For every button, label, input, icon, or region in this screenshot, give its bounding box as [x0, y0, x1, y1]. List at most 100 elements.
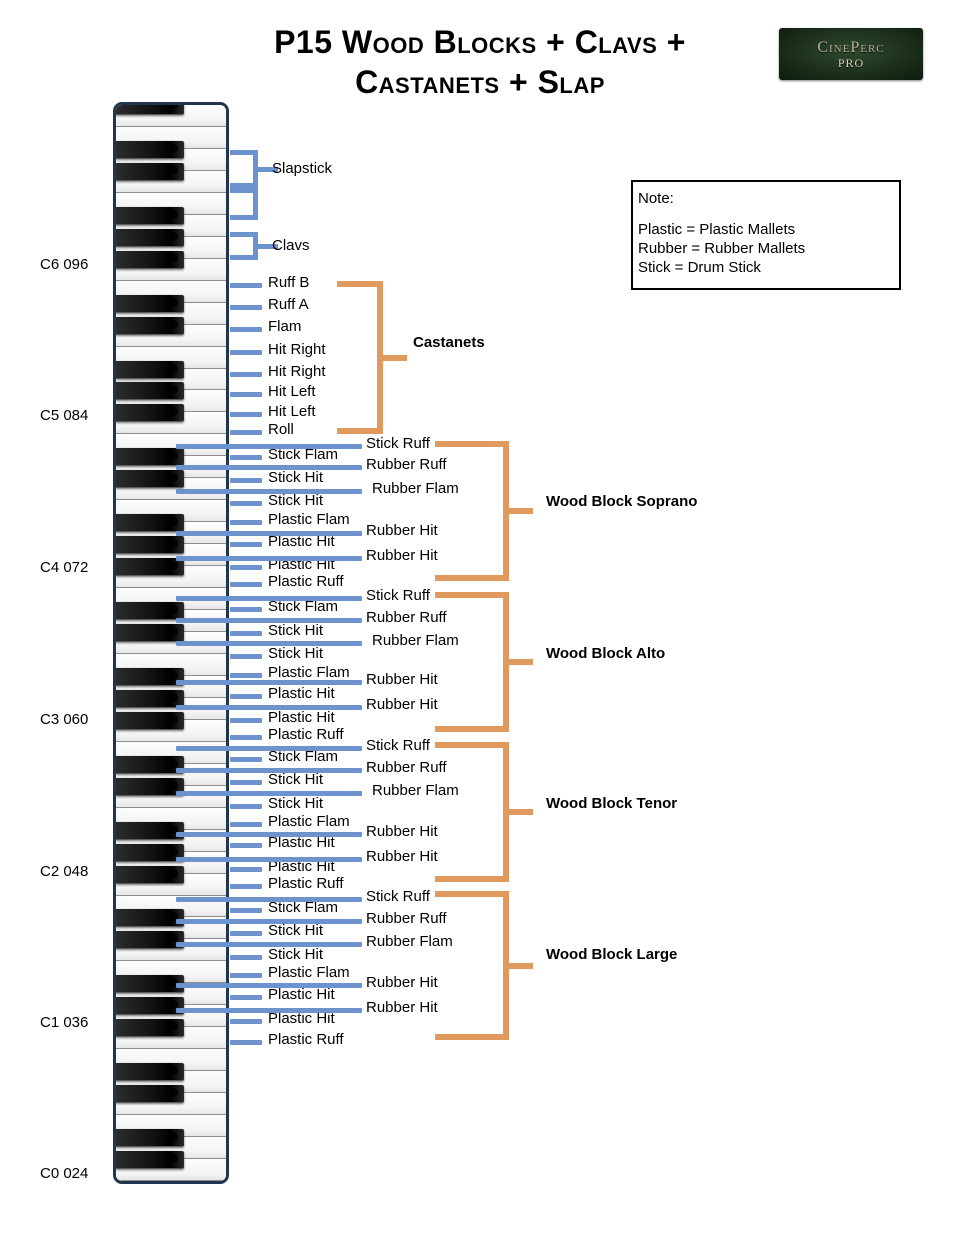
articulation-label: Stick Ruff [366, 587, 430, 604]
connector-line [230, 884, 262, 889]
note-line-stick: Stick = Drum Stick [638, 259, 761, 276]
connector-line [230, 757, 262, 762]
articulation-label: Stick Flam [268, 446, 339, 463]
connector-line-long [176, 556, 362, 561]
connector-line [230, 694, 262, 699]
articulation-label: Plastic Flam [268, 964, 350, 981]
articulation-label: Plastic Flam [268, 664, 350, 681]
black-key[interactable] [116, 470, 184, 489]
connector-line [230, 1019, 262, 1024]
black-key[interactable] [116, 316, 184, 335]
tick-castanets [383, 354, 407, 361]
black-key[interactable] [116, 228, 184, 247]
black-key[interactable] [116, 1063, 184, 1082]
black-key[interactable] [116, 162, 184, 181]
octave-label-c0: C0 024 [40, 1165, 89, 1182]
articulation-label: Plastic Ruff [268, 573, 344, 590]
black-key[interactable] [116, 360, 184, 379]
black-key[interactable] [116, 843, 184, 862]
connector-line-long [176, 791, 362, 796]
black-key[interactable] [116, 821, 184, 840]
connector-line [230, 867, 262, 872]
black-key[interactable] [116, 711, 184, 730]
black-key[interactable] [116, 206, 184, 225]
articulation-label: Stick Hit [268, 946, 324, 963]
articulation-label: Ruff A [268, 296, 309, 313]
bracket-arm-bottom [435, 1034, 509, 1040]
black-key[interactable] [116, 667, 184, 686]
black-key[interactable] [116, 909, 184, 928]
articulation-label: Rubber Hit [366, 848, 438, 865]
black-key[interactable] [116, 140, 184, 159]
bracket-wood-block-large [435, 891, 509, 1040]
articulation-label: Stick Flam [268, 899, 339, 916]
black-key[interactable] [116, 975, 184, 994]
octave-label-c2: C2 048 [40, 863, 89, 880]
bracket-wood-block-alto [435, 592, 509, 732]
articulation-label: Stick Hit [268, 795, 324, 812]
bracket-arm-bottom [337, 428, 383, 434]
cineperc-pro-logo: CinePerc PRO [779, 28, 923, 80]
articulation-label: Hit Left [268, 383, 316, 400]
black-key[interactable] [116, 448, 184, 467]
connector-line-long [176, 768, 362, 773]
bracket-castanets [337, 281, 383, 434]
connector-line [230, 654, 262, 659]
black-key[interactable] [116, 294, 184, 313]
connector-line-long [176, 983, 362, 988]
black-key[interactable] [116, 777, 184, 796]
articulation-label: Flam [268, 318, 302, 335]
black-key[interactable] [116, 689, 184, 708]
black-key[interactable] [116, 931, 184, 950]
page-title: P15 Wood Blocks + Clavs + Castanets + Sl… [150, 22, 810, 102]
bracket-arm-bottom [435, 876, 509, 882]
connector-line [230, 582, 262, 587]
connector-line [230, 350, 262, 355]
group-label-wood-block-large: Wood Block Large [546, 946, 678, 963]
connector-line-long [176, 1008, 362, 1013]
articulation-label: Hit Left [268, 403, 316, 420]
articulation-label: Plastic Hit [268, 1010, 335, 1027]
articulation-label: Hit Right [268, 341, 326, 358]
articulation-label: Stick Ruff [366, 888, 430, 905]
black-key[interactable] [116, 404, 184, 423]
black-key[interactable] [116, 1129, 184, 1148]
black-key[interactable] [116, 755, 184, 774]
connector-line [230, 478, 262, 483]
group-label-clavs: Clavs [272, 237, 310, 254]
octave-label-c5: C5 084 [40, 407, 89, 424]
group-label-wood-block-alto: Wood Block Alto [546, 645, 666, 662]
connector-line [230, 542, 262, 547]
black-key[interactable] [116, 602, 184, 621]
articulation-label: Plastic Hit [268, 986, 335, 1003]
articulation-label: Plastic Ruff [268, 726, 344, 743]
group-label-wood-block-tenor: Wood Block Tenor [546, 795, 678, 812]
bracket-arm-top [435, 592, 509, 598]
tick-wood-block-large [509, 962, 533, 969]
connector-line-long [176, 705, 362, 710]
black-key[interactable] [116, 997, 184, 1016]
connector-line [230, 804, 262, 809]
black-key[interactable] [116, 250, 184, 269]
connector-line-long [176, 641, 362, 646]
connector-line [230, 305, 262, 310]
black-key[interactable] [116, 865, 184, 884]
articulation-label: Rubber Hit [366, 522, 438, 539]
black-key[interactable] [116, 1085, 184, 1104]
connector-line-long [176, 746, 362, 751]
articulation-label: Hit Right [268, 363, 326, 380]
articulation-label: Plastic Flam [268, 511, 350, 528]
black-key[interactable] [116, 1019, 184, 1038]
black-key[interactable] [116, 105, 184, 115]
black-key[interactable] [116, 624, 184, 643]
connector-line [230, 843, 262, 848]
black-key[interactable] [116, 514, 184, 533]
connector-line-long [176, 531, 362, 536]
black-key[interactable] [116, 1151, 184, 1170]
connector-line-long [176, 444, 362, 449]
black-key[interactable] [116, 558, 184, 577]
articulation-label: Stick Hit [268, 771, 324, 788]
black-key[interactable] [116, 382, 184, 401]
articulation-label: Ruff B [268, 274, 310, 291]
black-key[interactable] [116, 536, 184, 555]
